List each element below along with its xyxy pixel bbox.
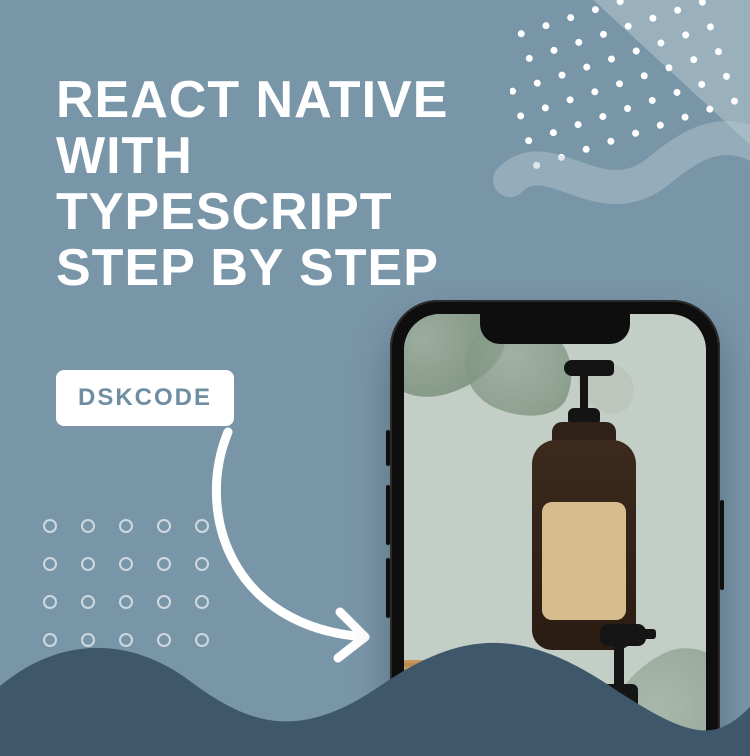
phone-screen xyxy=(404,314,706,756)
corner-triangle xyxy=(550,0,750,200)
brand-badge: DSKCODE xyxy=(56,370,234,426)
spray-bottle-illustration xyxy=(564,614,674,756)
title-line-3: TYPESCRIPT xyxy=(56,183,393,241)
title-line-4: STEP BY STEP xyxy=(56,239,439,297)
phone-power-button xyxy=(720,500,724,590)
title-line-2: WITH xyxy=(56,127,193,185)
phone-mute-switch xyxy=(386,430,390,466)
wooden-jar-illustration xyxy=(404,660,510,756)
page-title: REACT NATIVE WITH TYPESCRIPT STEP BY STE… xyxy=(56,72,536,297)
phone-notch xyxy=(480,314,630,344)
pump-bottle-illustration xyxy=(524,350,644,650)
phone-volume-down xyxy=(386,558,390,618)
dot-grid-decoration xyxy=(38,514,228,654)
phone-mockup xyxy=(390,300,720,756)
brand-badge-label: DSKCODE xyxy=(78,384,212,411)
phone-volume-up xyxy=(386,485,390,545)
corner-dot-pattern xyxy=(510,0,750,200)
title-line-1: REACT NATIVE xyxy=(56,71,448,129)
promo-card: REACT NATIVE WITH TYPESCRIPT STEP BY STE… xyxy=(0,0,750,756)
